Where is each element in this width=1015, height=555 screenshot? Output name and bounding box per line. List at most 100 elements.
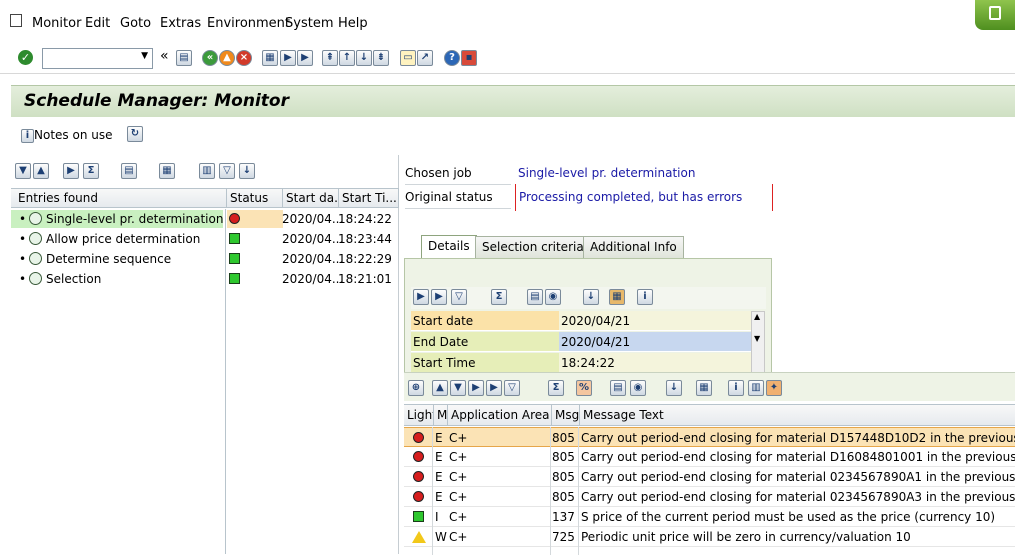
view-icon[interactable]: ◉ [630, 380, 646, 396]
next-page-icon[interactable]: ↓ [356, 50, 372, 66]
message-type: E [435, 450, 443, 464]
print-icon[interactable]: ▦ [262, 50, 278, 66]
col-light[interactable]: Light [404, 405, 434, 426]
new-session-icon[interactable]: ▭ [400, 50, 416, 66]
filter-icon[interactable]: ▽ [451, 289, 467, 305]
graphic-icon[interactable]: ✦ [766, 380, 782, 396]
save-icon[interactable]: ▤ [176, 50, 192, 66]
find-icon[interactable]: ▶ [280, 50, 296, 66]
filter-icon[interactable]: ▽ [219, 163, 235, 179]
document-icon[interactable]: ▥ [748, 380, 764, 396]
scroll-down-icon[interactable]: ▼ [754, 334, 760, 343]
filter-icon[interactable]: ▽ [504, 380, 520, 396]
col-m[interactable]: M [434, 405, 448, 426]
tree-row[interactable]: • Allow price determination 2020/04... 1… [11, 229, 399, 249]
col-message-text[interactable]: Message Text [580, 405, 1015, 426]
dropdown-arrow-icon[interactable]: ▼ [141, 51, 148, 61]
menu-monitor[interactable]: Monitor [32, 16, 81, 31]
menu-bar: Monitor Edit Goto Extras Environment Sys… [0, 0, 1015, 42]
help-icon[interactable]: ? [444, 50, 460, 66]
tree-row-time: 18:22:29 [338, 252, 392, 266]
status-ok-icon [229, 233, 240, 244]
tree-row[interactable]: • Selection 2020/04... 18:21:01 [11, 269, 399, 289]
messages-body: E C+ 805 Carry out period-end closing fo… [404, 427, 1015, 555]
col-application-area[interactable]: Application Area [448, 405, 552, 426]
message-row[interactable]: E C+ 805 Carry out period-end closing fo… [404, 447, 1015, 467]
sort-asc-icon[interactable]: ▲ [432, 380, 448, 396]
print-icon[interactable]: ▤ [610, 380, 626, 396]
find-icon[interactable]: ▶ [413, 289, 429, 305]
first-page-icon[interactable]: ⇞ [322, 50, 338, 66]
col-msg[interactable]: Msg... [552, 405, 580, 426]
find-icon[interactable]: ▶ [468, 380, 484, 396]
tree-row[interactable]: • Single-level pr. determination 2020/04… [11, 209, 399, 229]
info-icon: i [21, 128, 34, 143]
tab-additional-info[interactable]: Additional Info [583, 236, 684, 258]
info-icon[interactable]: i [637, 289, 653, 305]
find-icon[interactable]: ▶ [63, 163, 79, 179]
view-icon[interactable]: ◉ [545, 289, 561, 305]
export-icon[interactable]: ↓ [583, 289, 599, 305]
menu-goto[interactable]: Goto [120, 16, 151, 31]
find-next-icon[interactable]: ▶ [486, 380, 502, 396]
details-icon[interactable]: ▥ [199, 163, 215, 179]
col-start-date[interactable]: Start da... [283, 189, 339, 208]
message-row[interactable]: W C+ 725 Periodic unit price will be zer… [404, 527, 1015, 547]
sum-icon[interactable]: Σ [548, 380, 564, 396]
layout-icon[interactable]: ▦ [159, 163, 175, 179]
find-next-icon[interactable]: ▶ [431, 289, 447, 305]
print-icon[interactable]: ▤ [527, 289, 543, 305]
window-icon[interactable] [989, 6, 1001, 20]
sort-desc-icon[interactable]: ▼ [450, 380, 466, 396]
enter-icon[interactable]: ✓ [18, 50, 33, 65]
menu-system[interactable]: System [285, 16, 333, 31]
menu-environment[interactable]: Environment [207, 16, 290, 31]
prev-page-icon[interactable]: ↑ [339, 50, 355, 66]
last-page-icon[interactable]: ⇟ [373, 50, 389, 66]
subtotal-icon[interactable]: % [576, 380, 592, 396]
message-row[interactable]: E C+ 805 Carry out period-end closing fo… [404, 487, 1015, 507]
message-type: I [435, 510, 439, 524]
menu-extras[interactable]: Extras [160, 16, 201, 31]
sum-icon[interactable]: Σ [491, 289, 507, 305]
collapse-icon[interactable]: « [160, 48, 169, 64]
zoom-icon[interactable]: ⊕ [408, 380, 424, 396]
details-scrollbar[interactable]: ▲ ▼ [751, 311, 765, 375]
tab-details[interactable]: Details [421, 235, 477, 259]
col-start-time[interactable]: Start Ti... [339, 189, 399, 208]
clock-icon [29, 272, 42, 285]
customize-layout-icon[interactable]: ▪ [461, 50, 477, 66]
chosen-job-value: Single-level pr. determination [518, 166, 696, 180]
export-icon[interactable]: ↓ [666, 380, 682, 396]
find-next-icon[interactable]: ▶ [297, 50, 313, 66]
scroll-up-icon[interactable]: ▲ [754, 312, 760, 321]
menu-help[interactable]: Help [338, 16, 368, 31]
back-icon[interactable]: « [202, 50, 218, 66]
refresh-icon[interactable]: ↻ [127, 126, 143, 142]
export-icon[interactable]: ↓ [239, 163, 255, 179]
layout-icon[interactable]: ▦ [696, 380, 712, 396]
expand-icon[interactable]: ▼ [15, 163, 31, 179]
tab-selection-criteria[interactable]: Selection criteria [475, 236, 591, 258]
menu-edit[interactable]: Edit [85, 16, 110, 31]
tree-row-date: 2020/04... [282, 212, 344, 226]
info-icon[interactable]: i [728, 380, 744, 396]
tree-row[interactable]: • Determine sequence 2020/04... 18:22:29 [11, 249, 399, 269]
print-preview-icon[interactable]: ▤ [121, 163, 137, 179]
col-status[interactable]: Status [227, 189, 283, 208]
exit-icon[interactable]: ▲ [219, 50, 235, 66]
sum-icon[interactable]: Σ [83, 163, 99, 179]
col-entries-found[interactable]: Entries found [15, 189, 227, 208]
system-menu-icon[interactable] [10, 14, 22, 27]
command-field[interactable]: ▼ [42, 48, 153, 69]
collapse-all-icon[interactable]: ▲ [33, 163, 49, 179]
notes-button[interactable]: i Notes on use [21, 126, 112, 144]
grid-icon[interactable]: ▦ [609, 289, 625, 305]
message-row[interactable]: E C+ 805 Carry out period-end closing fo… [404, 427, 1015, 447]
message-row[interactable]: I C+ 137 S price of the current period m… [404, 507, 1015, 527]
details-table: Start date 2020/04/21 End Date 2020/04/2… [411, 311, 751, 375]
message-text: Carry out period-end closing for materia… [581, 431, 1015, 445]
shortcut-icon[interactable]: ↗ [417, 50, 433, 66]
cancel-icon[interactable]: × [236, 50, 252, 66]
message-row[interactable]: E C+ 805 Carry out period-end closing fo… [404, 467, 1015, 487]
